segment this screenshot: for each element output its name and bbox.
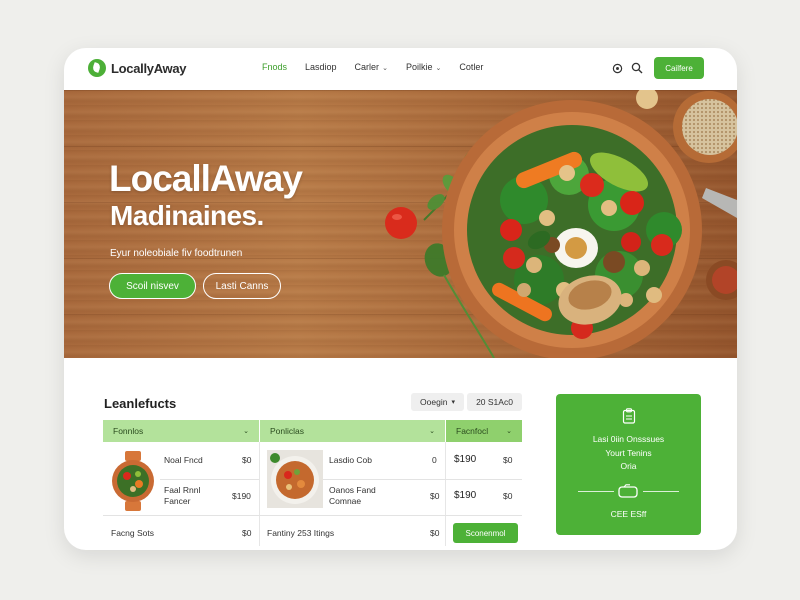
product-name: Oanos Fand Comnae [329,485,376,506]
row-action-button[interactable]: Sconenmol [453,523,518,543]
product-name: Faal Rnnl Fancer [164,485,201,506]
hero-tagline: Eyur noleobiale fiv foodtrunen [110,248,243,259]
promo-line-2: Yourt Tenins [605,448,652,458]
divider [643,491,679,492]
promo-footer: CEE ESff [610,509,647,519]
product-name: Lasdio Cob [329,455,373,465]
leaf-logo-icon [88,59,106,77]
salad-bowl-image [385,90,737,358]
brand-name: LocallyAway [111,60,187,76]
top-nav: LocallyAway Fnods Lasdiop Carler ⌄ Poilki… [64,48,737,90]
column-header-fonnlos[interactable]: Fonnlos ⌄ [103,420,259,442]
card-icon [618,484,638,498]
product-name: Fantiny 253 Itings [267,528,335,538]
column-header-ponliclas[interactable]: Ponliclas ⌄ [260,420,445,442]
main-menu: Fnods Lasdiop Carler ⌄ Poilkie ⌄ Cotler [262,62,501,72]
product-price: $190 [454,454,477,465]
section-title: Leanlefucts [104,396,177,411]
product-qty: 0 [432,455,437,465]
product-qty: $0 [242,528,252,538]
chevron-down-icon: ⌄ [435,65,442,72]
chevron-down-icon: ⌄ [243,428,249,435]
product-qty: $0 [430,528,440,538]
cart-icon[interactable] [610,61,624,75]
app-window: LocallyAway Fnods Lasdiop Carler ⌄ Poilki… [64,48,737,550]
hero-banner: LocallAway Madinaines. Eyur noleobiale f… [64,90,737,358]
nav-item-poilkie[interactable]: Poilkie ⌄ [406,62,441,72]
product-price-alt: $0 [503,491,513,501]
promo-line-3: Oria [620,461,637,471]
hero-secondary-button[interactable]: Lasti Canns [203,273,281,299]
divider [578,491,614,492]
clipboard-icon [622,408,636,424]
row-divider [160,479,259,480]
column-divider [445,442,446,546]
product-name: Noal Fncd [164,455,203,465]
promo-card[interactable]: Lasi 0iin Onsssues Yourt Tenins Oria CEE… [556,394,701,535]
hero-subtitle: Madinaines. [110,200,264,231]
nav-cta-button[interactable]: Cailfere [654,57,704,79]
origin-filter-dropdown[interactable]: Ooegin ▾ [411,393,464,411]
food-bowl-thumbnail [112,451,154,511]
food-plate-thumbnail [267,450,323,508]
nav-item-fnods[interactable]: Fnods [262,62,287,72]
chevron-down-icon: ▾ [451,399,455,406]
chevron-down-icon: ⌄ [506,428,512,435]
row-divider [103,515,522,516]
chevron-down-icon: ⌄ [382,65,388,72]
row-divider [323,479,522,480]
column-header-facnfocl[interactable]: Facnfocl ⌄ [446,420,522,442]
nav-item-lasdiop[interactable]: Lasdiop [305,62,337,72]
product-price-alt: $0 [503,455,513,465]
promo-line-1: Lasi 0iin Onsssues [592,434,665,444]
product-price: $190 [454,490,477,501]
logo[interactable]: LocallyAway [88,59,187,77]
nav-item-cotler[interactable]: Cotler [459,62,483,72]
product-qty: $0 [242,455,252,465]
column-divider [259,442,260,546]
hero-title: LocallAway [109,158,303,199]
search-icon[interactable] [630,61,644,75]
nav-item-carler[interactable]: Carler ⌄ [355,62,388,72]
hero-primary-button[interactable]: Scoil nisvev [109,273,196,299]
chevron-down-icon: ⌄ [429,428,435,435]
product-name: Facng Sots [111,528,154,538]
product-qty: $190 [232,491,251,501]
result-count: 20 S1Ac0 [467,393,522,411]
product-qty: $0 [430,491,440,501]
